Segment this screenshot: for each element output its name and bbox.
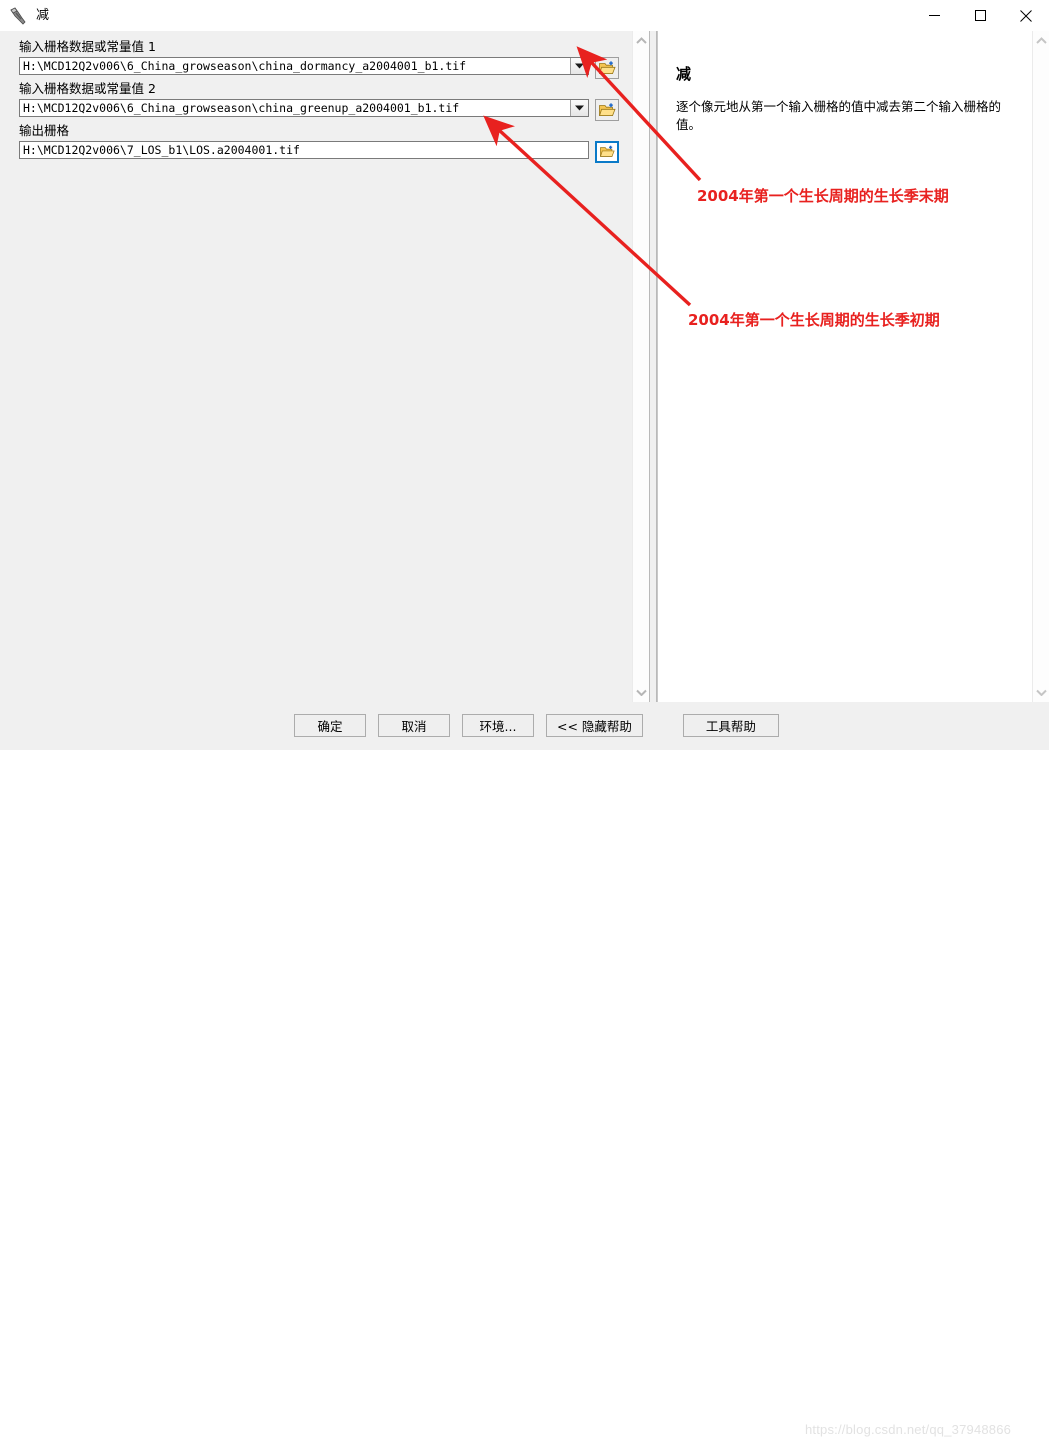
help-description: 逐个像元地从第一个输入栅格的值中减去第二个输入栅格的值。	[676, 99, 1002, 132]
watermark: https://blog.csdn.net/qq_37948866	[805, 1422, 1012, 1437]
hammer-icon	[9, 6, 29, 25]
browse-button-input-raster-2[interactable]	[595, 99, 619, 121]
chevron-down-icon	[636, 689, 647, 696]
hide-help-button[interactable]: << 隐藏帮助	[546, 714, 643, 737]
parameters-panel: 输入栅格数据或常量值 1 H:\MCD12Q2v006\6_China_grow…	[1, 31, 650, 702]
ok-button[interactable]: 确定	[294, 714, 366, 737]
scroll-track-parameters[interactable]	[633, 50, 650, 683]
row-output-raster	[19, 141, 619, 163]
cancel-button[interactable]: 取消	[378, 714, 450, 737]
dialog-footer: 确定 取消 环境... << 隐藏帮助 工具帮助 https://blog.cs…	[0, 702, 1049, 1437]
browse-button-input-raster-1[interactable]	[595, 57, 619, 79]
row-input-raster-2	[19, 99, 619, 121]
chevron-down-icon	[575, 63, 584, 69]
panel-divider	[649, 31, 657, 702]
open-folder-icon	[598, 102, 616, 116]
chevron-down-icon	[1036, 689, 1047, 696]
dialog-body: 输入栅格数据或常量值 1 H:\MCD12Q2v006\6_China_grow…	[0, 31, 1049, 702]
scroll-track-help[interactable]	[1033, 50, 1049, 683]
dropdown-button-input-raster-1[interactable]	[570, 58, 588, 74]
open-folder-icon	[598, 60, 616, 74]
help-title: 减	[676, 65, 692, 83]
scroll-up-button-help[interactable]	[1033, 31, 1049, 50]
title-bar: 减	[0, 0, 1049, 31]
parameters-scroll-area: 输入栅格数据或常量值 1 H:\MCD12Q2v006\6_China_grow…	[1, 31, 631, 702]
close-icon	[1020, 9, 1032, 22]
label-input-raster-2: 输入栅格数据或常量值 2	[19, 81, 156, 96]
footer-button-bar: 确定 取消 环境... << 隐藏帮助 工具帮助	[0, 714, 1049, 737]
output-raster-field[interactable]	[20, 142, 588, 158]
help-scrollbar[interactable]	[1032, 31, 1049, 702]
field-group-input-raster-2: 输入栅格数据或常量值 2	[19, 82, 619, 121]
input-raster-2-field[interactable]	[20, 100, 570, 116]
field-group-input-raster-1: 输入栅格数据或常量值 1	[19, 40, 619, 79]
parameters-scrollbar[interactable]	[632, 31, 650, 702]
scroll-down-button-parameters[interactable]	[633, 683, 650, 702]
title-bar-left: 减	[0, 6, 50, 25]
scroll-up-button-parameters[interactable]	[633, 31, 650, 50]
environments-button[interactable]: 环境...	[462, 714, 534, 737]
field-group-output-raster: 输出栅格	[19, 124, 619, 163]
scroll-down-button-help[interactable]	[1033, 683, 1049, 702]
help-panel: 减 逐个像元地从第一个输入栅格的值中减去第二个输入栅格的值。	[657, 31, 1049, 702]
browse-button-output-raster[interactable]	[595, 141, 619, 163]
combo-input-raster-2[interactable]	[19, 99, 589, 117]
combo-output-raster[interactable]	[19, 141, 589, 159]
chevron-up-icon	[1036, 37, 1047, 44]
input-raster-1-field[interactable]	[20, 58, 570, 74]
label-output-raster: 输出栅格	[19, 123, 70, 138]
minimize-button[interactable]	[911, 0, 957, 31]
row-input-raster-1	[19, 57, 619, 79]
window-controls	[911, 0, 1049, 31]
open-folder-icon	[599, 145, 615, 157]
close-button[interactable]	[1003, 0, 1049, 31]
combo-input-raster-1[interactable]	[19, 57, 589, 75]
minimize-icon	[928, 15, 940, 16]
label-input-raster-1: 输入栅格数据或常量值 1	[19, 39, 156, 54]
chevron-down-icon	[575, 105, 584, 111]
maximize-button[interactable]	[957, 0, 1003, 31]
dropdown-button-input-raster-2[interactable]	[570, 100, 588, 116]
tool-help-button[interactable]: 工具帮助	[682, 714, 779, 737]
chevron-up-icon	[636, 37, 647, 44]
maximize-icon	[974, 10, 986, 21]
window-title: 减	[36, 8, 50, 23]
